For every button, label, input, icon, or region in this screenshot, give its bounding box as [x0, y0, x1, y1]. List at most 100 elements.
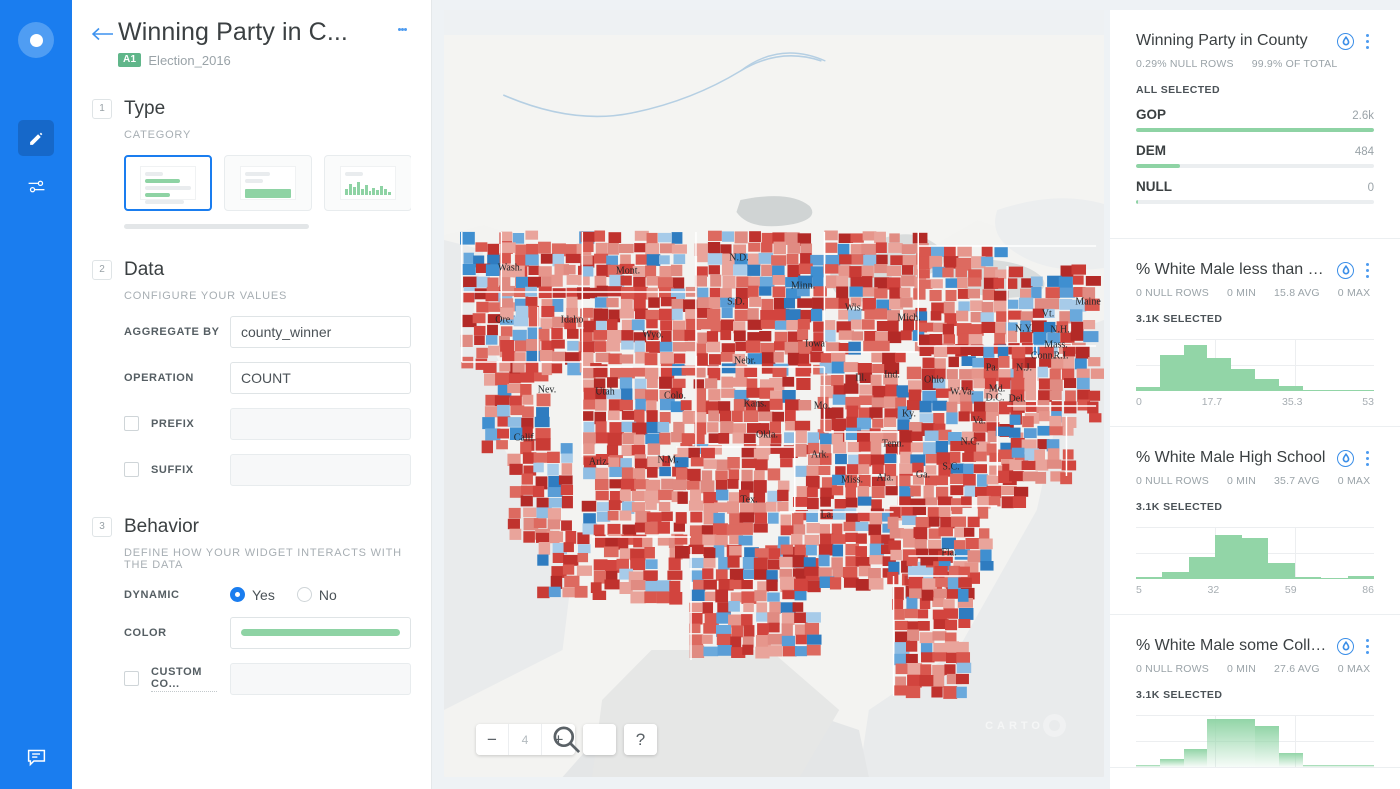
widget-more-vertical-icon[interactable] — [1360, 261, 1374, 279]
county-polygon[interactable] — [780, 514, 792, 526]
dynamic-no-radio[interactable] — [296, 587, 312, 603]
county-polygon[interactable] — [896, 385, 910, 398]
county-polygon[interactable] — [1006, 278, 1018, 289]
county-polygon[interactable] — [595, 421, 607, 434]
county-polygon[interactable] — [761, 242, 773, 253]
county-polygon[interactable] — [843, 362, 859, 373]
county-polygon[interactable] — [1047, 448, 1060, 461]
county-polygon[interactable] — [848, 454, 859, 465]
histogram-bar[interactable] — [1321, 578, 1348, 579]
county-polygon[interactable] — [851, 254, 865, 265]
county-polygon[interactable] — [862, 298, 876, 311]
county-polygon[interactable] — [714, 534, 728, 548]
county-polygon[interactable] — [780, 576, 796, 589]
county-polygon[interactable] — [645, 309, 661, 321]
category-row[interactable]: DEM 484 — [1136, 143, 1374, 168]
county-polygon[interactable] — [932, 664, 946, 676]
county-polygon[interactable] — [616, 558, 629, 571]
county-polygon[interactable] — [739, 512, 755, 523]
county-polygon[interactable] — [658, 255, 670, 265]
county-polygon[interactable] — [606, 341, 620, 352]
county-polygon[interactable] — [792, 555, 805, 568]
county-polygon[interactable] — [700, 446, 715, 459]
county-polygon[interactable] — [630, 580, 646, 591]
county-polygon[interactable] — [922, 357, 935, 369]
county-polygon[interactable] — [563, 542, 574, 553]
county-polygon[interactable] — [648, 297, 660, 308]
county-polygon[interactable] — [850, 297, 862, 307]
county-polygon[interactable] — [671, 232, 683, 244]
county-polygon[interactable] — [1033, 331, 1047, 345]
county-polygon[interactable] — [661, 478, 674, 490]
county-polygon[interactable] — [594, 479, 609, 491]
county-polygon[interactable] — [871, 476, 886, 487]
county-polygon[interactable] — [861, 265, 874, 278]
county-polygon[interactable] — [577, 544, 591, 554]
county-polygon[interactable] — [733, 423, 747, 433]
county-polygon[interactable] — [512, 329, 527, 341]
county-polygon[interactable] — [693, 379, 705, 389]
county-polygon[interactable] — [902, 255, 918, 267]
county-polygon[interactable] — [1008, 310, 1022, 320]
county-polygon[interactable] — [785, 399, 801, 411]
county-polygon[interactable] — [917, 256, 931, 270]
county-polygon[interactable] — [619, 308, 635, 319]
county-polygon[interactable] — [988, 496, 1001, 507]
county-polygon[interactable] — [858, 475, 871, 487]
county-polygon[interactable] — [868, 524, 882, 536]
county-polygon[interactable] — [965, 538, 980, 550]
county-polygon[interactable] — [971, 368, 986, 379]
county-polygon[interactable] — [1001, 496, 1014, 509]
county-polygon[interactable] — [594, 297, 609, 308]
histogram-bar[interactable] — [1159, 355, 1184, 391]
county-polygon[interactable] — [1034, 298, 1050, 311]
county-polygon[interactable] — [509, 427, 523, 440]
county-polygon[interactable] — [959, 369, 974, 380]
county-polygon[interactable] — [720, 297, 735, 308]
county-polygon[interactable] — [1085, 276, 1101, 286]
histogram-bar[interactable] — [1294, 577, 1322, 579]
county-polygon[interactable] — [630, 558, 646, 571]
county-polygon[interactable] — [772, 275, 786, 285]
county-polygon[interactable] — [973, 464, 988, 474]
county-polygon[interactable] — [488, 345, 500, 356]
county-polygon[interactable] — [906, 640, 918, 652]
county-polygon[interactable] — [967, 516, 980, 528]
county-polygon[interactable] — [794, 646, 808, 657]
county-polygon[interactable] — [583, 241, 594, 252]
county-polygon[interactable] — [819, 362, 833, 374]
county-polygon[interactable] — [915, 517, 931, 528]
county-polygon[interactable] — [697, 252, 710, 263]
county-polygon[interactable] — [798, 263, 813, 275]
county-polygon[interactable] — [1069, 309, 1083, 322]
county-polygon[interactable] — [607, 243, 619, 255]
county-polygon[interactable] — [647, 330, 659, 340]
category-row[interactable]: NULL 0 — [1136, 179, 1374, 204]
county-polygon[interactable] — [547, 487, 563, 497]
county-polygon[interactable] — [487, 324, 498, 336]
county-polygon[interactable] — [963, 527, 975, 537]
county-polygon[interactable] — [954, 527, 966, 538]
county-polygon[interactable] — [533, 452, 549, 463]
county-polygon[interactable] — [774, 341, 787, 351]
county-polygon[interactable] — [759, 434, 772, 446]
county-polygon[interactable] — [770, 434, 782, 444]
county-polygon[interactable] — [825, 242, 838, 253]
county-polygon[interactable] — [716, 633, 732, 645]
county-polygon[interactable] — [547, 519, 561, 530]
county-polygon[interactable] — [533, 462, 544, 473]
county-polygon[interactable] — [769, 398, 783, 410]
county-polygon[interactable] — [759, 331, 772, 342]
county-polygon[interactable] — [784, 410, 796, 423]
county-polygon[interactable] — [930, 311, 942, 321]
county-polygon[interactable] — [735, 287, 748, 301]
county-polygon[interactable] — [770, 390, 783, 401]
dot-logo-icon[interactable] — [18, 22, 54, 58]
county-polygon[interactable] — [668, 557, 681, 571]
county-polygon[interactable] — [869, 432, 884, 444]
county-polygon[interactable] — [1012, 496, 1027, 508]
histogram-bar[interactable] — [1188, 557, 1216, 579]
county-polygon[interactable] — [734, 253, 748, 266]
county-polygon[interactable] — [755, 459, 768, 471]
county-polygon[interactable] — [1036, 366, 1048, 378]
